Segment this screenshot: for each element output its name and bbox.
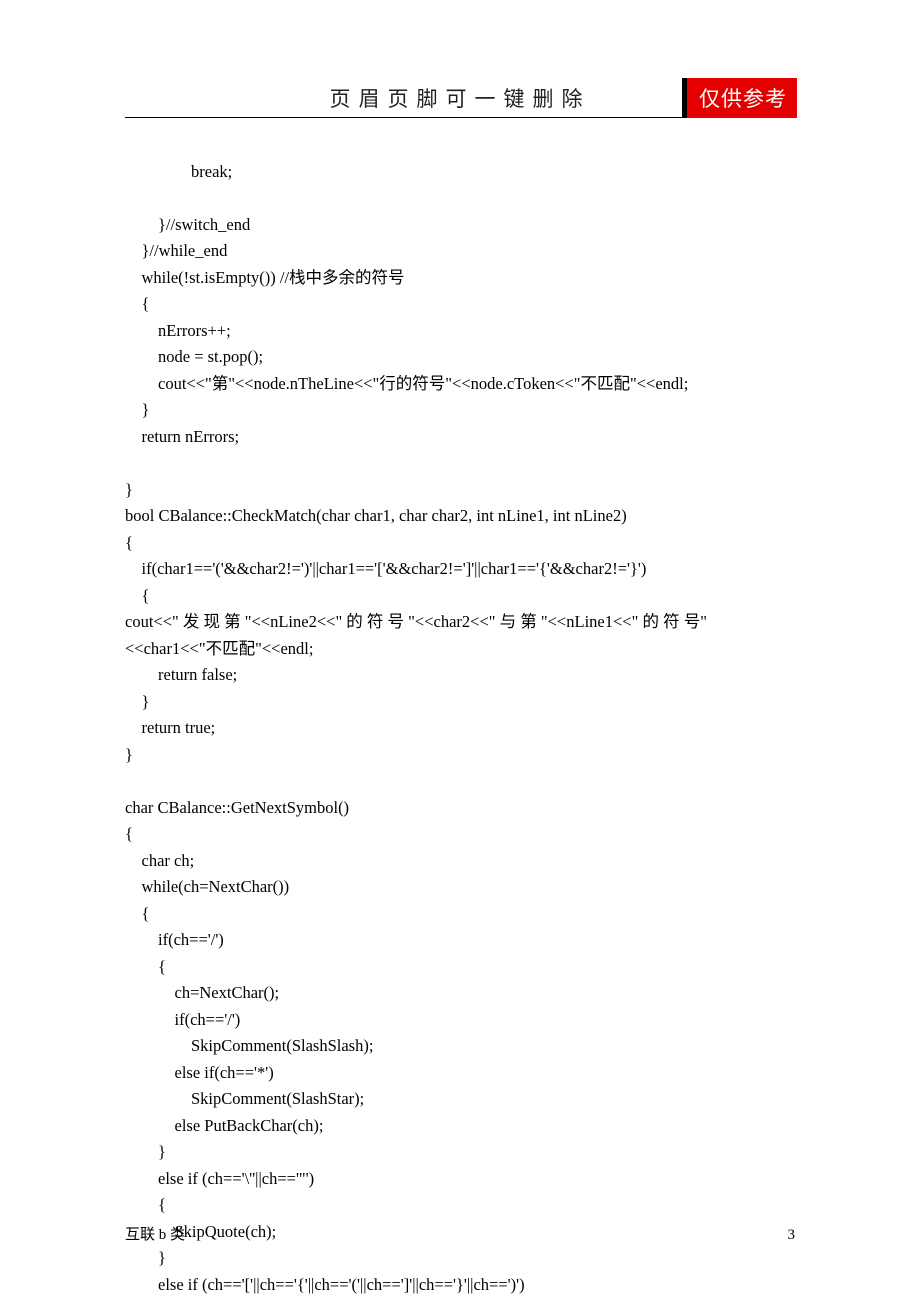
code-line: { (125, 824, 133, 843)
page-header: 页眉页脚可一键删除 仅供参考 (125, 78, 795, 118)
code-line: if(ch=='/') (125, 930, 224, 949)
code-line: while(!st.isEmpty()) //栈中多余的符号 (125, 268, 405, 287)
code-line: return true; (125, 718, 215, 737)
footer-category: 互联 b 类 (125, 1223, 185, 1244)
code-line: char ch; (125, 851, 194, 870)
code-line: }//while_end (125, 241, 227, 260)
code-line: bool CBalance::CheckMatch(char char1, ch… (125, 506, 627, 525)
code-line: char CBalance::GetNextSymbol() (125, 798, 349, 817)
code-line: } (125, 1248, 166, 1267)
code-block: break; }//switch_end }//while_end while(… (125, 132, 795, 1298)
code-line: { (125, 904, 149, 923)
code-line: ch=NextChar(); (125, 983, 279, 1002)
code-line: nErrors++; (125, 321, 231, 340)
code-line: if(ch=='/') (125, 1010, 240, 1029)
code-line: { (125, 586, 149, 605)
code-line: } (125, 400, 149, 419)
code-line: node = st.pop(); (125, 347, 263, 366)
page-number: 3 (788, 1227, 796, 1244)
code-line: }//switch_end (125, 215, 250, 234)
code-line: SkipComment(SlashSlash); (125, 1036, 373, 1055)
code-line: SkipComment(SlashStar); (125, 1089, 364, 1108)
code-line: else if(ch=='*') (125, 1063, 274, 1082)
code-line: break; (125, 162, 232, 181)
code-line: } (125, 692, 149, 711)
code-line: { (125, 533, 133, 552)
code-line: if(char1=='('&&char2!=')'||char1=='['&&c… (125, 559, 646, 578)
code-line: { (125, 294, 149, 313)
code-line: else if (ch=='\''||ch=='"') (125, 1169, 314, 1188)
code-line: else PutBackChar(ch); (125, 1116, 323, 1135)
code-line: } (125, 1142, 166, 1161)
code-line: } (125, 745, 133, 764)
code-line: else if (ch=='['||ch=='{'||ch=='('||ch==… (125, 1275, 525, 1294)
code-line: cout<<" 发 现 第 "<<nLine2<<" 的 符 号 "<<char… (125, 609, 795, 662)
code-line: { (125, 1195, 166, 1214)
code-line: { (125, 957, 166, 976)
header-badge: 仅供参考 (682, 78, 797, 118)
code-line: while(ch=NextChar()) (125, 877, 289, 896)
code-line: cout<<"第"<<node.nTheLine<<"行的符号"<<node.c… (125, 374, 688, 393)
code-line: return false; (125, 665, 237, 684)
code-line: return nErrors; (125, 427, 239, 446)
code-line: } (125, 480, 133, 499)
